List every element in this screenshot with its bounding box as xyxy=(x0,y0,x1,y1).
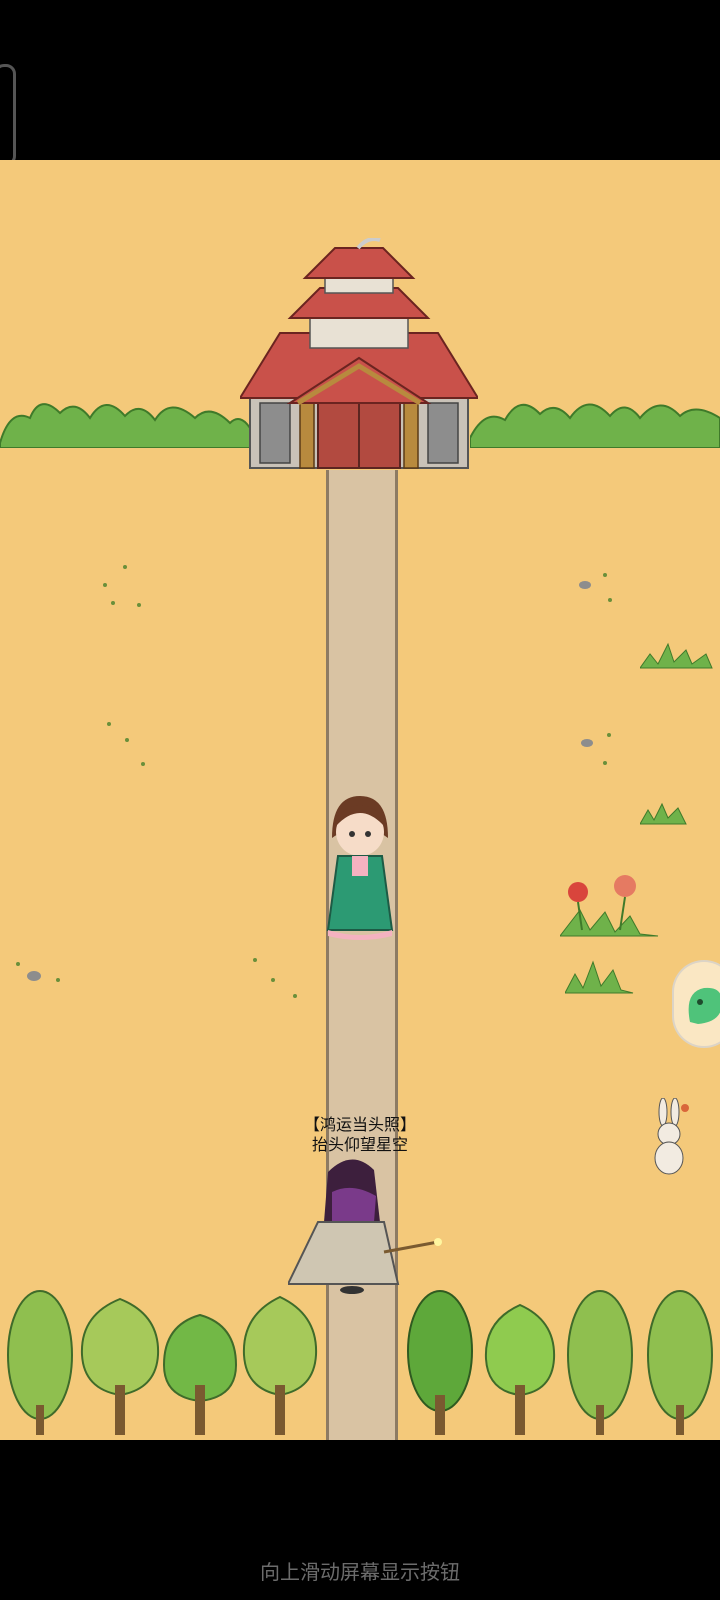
grass-tuft xyxy=(581,733,611,765)
swipe-up-hint: 向上滑动屏幕显示按钮 xyxy=(260,1560,460,1584)
tree xyxy=(407,1290,473,1435)
tree-row xyxy=(7,1290,713,1435)
green-blob-icon xyxy=(688,987,720,1024)
status-bar-area xyxy=(0,0,720,166)
grass-tuft xyxy=(103,565,141,607)
floating-menu-button[interactable] xyxy=(672,960,720,1048)
hedge-right xyxy=(470,403,720,448)
hedge-left xyxy=(0,403,250,448)
npc-nameplate: 【鸿运当头照】 抬头仰望星空 xyxy=(290,1115,430,1155)
flowers xyxy=(560,875,659,937)
game-scene[interactable]: 【鸿运当头照】 抬头仰望星空 xyxy=(0,160,720,1440)
grass-tuft xyxy=(253,958,297,998)
rabbit-icon[interactable] xyxy=(645,1098,695,1178)
tree xyxy=(242,1295,318,1435)
grass-patch xyxy=(640,802,687,825)
player-character[interactable] xyxy=(288,1152,458,1297)
tree xyxy=(484,1303,556,1435)
tree xyxy=(567,1290,633,1435)
grass-tuft xyxy=(16,962,60,982)
temple-icon[interactable] xyxy=(240,238,478,478)
grass-tuft xyxy=(579,573,612,602)
edge-tab xyxy=(0,64,16,166)
npc-girl-character[interactable] xyxy=(318,790,402,940)
grass-tuft xyxy=(107,722,145,766)
tree xyxy=(7,1290,73,1435)
tree xyxy=(162,1313,238,1435)
tree xyxy=(647,1290,713,1435)
tree xyxy=(80,1297,160,1435)
grass-patch xyxy=(565,960,634,994)
grass-patch xyxy=(640,642,713,669)
npc-title: 【鸿运当头照】 xyxy=(303,1115,416,1134)
